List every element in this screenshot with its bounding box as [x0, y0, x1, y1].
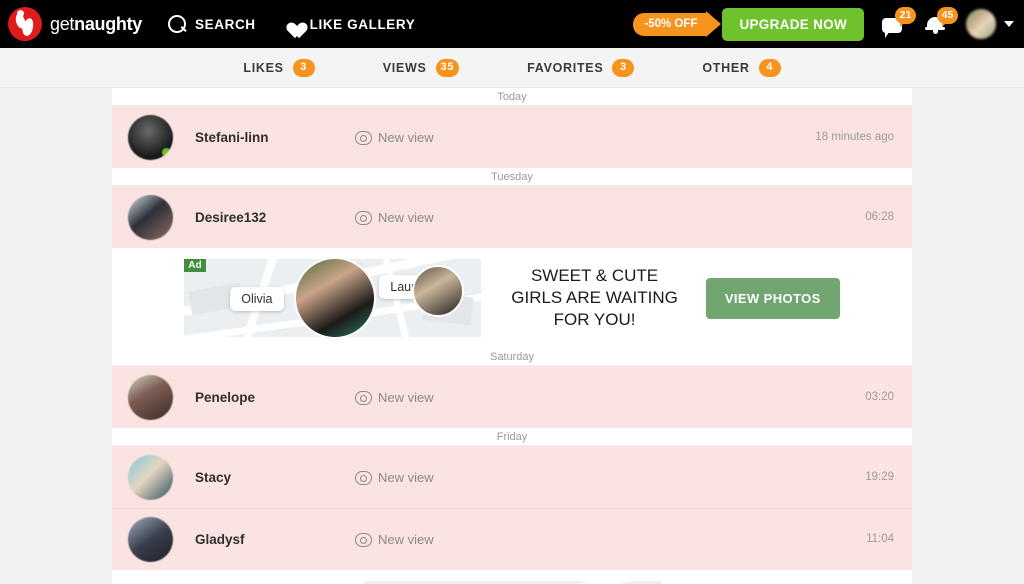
list-item-action-label: New view [378, 389, 434, 405]
avatar [128, 374, 173, 420]
top-navigation-bar: getnaughty SEARCH LIKE GALLERY -50% OFF … [0, 0, 1024, 48]
list-item-action-label: New view [378, 531, 434, 547]
brand-logo[interactable]: getnaughty [8, 7, 142, 41]
nav-search[interactable]: SEARCH [168, 14, 256, 34]
tab-likes[interactable]: LIKES 3 [209, 58, 348, 77]
day-separator-today: Today [112, 88, 912, 106]
avatar [966, 9, 996, 39]
ad-label: Ad [184, 259, 206, 272]
messages-count-badge: 21 [895, 7, 916, 27]
list-item-action-label: New view [378, 129, 434, 145]
list-item-username[interactable]: Desiree132 [195, 210, 355, 225]
table-row[interactable]: Stacy New view 19:29 [112, 446, 912, 508]
list-item-time: 19:29 [865, 471, 894, 483]
advertisement-banner-next[interactable] [112, 570, 912, 584]
tab-likes-label: LIKES [243, 60, 284, 75]
list-item-action: New view [355, 210, 434, 225]
avatar [128, 454, 173, 500]
nav-search-label: SEARCH [195, 16, 256, 32]
avatar [128, 194, 173, 240]
list-item-username[interactable]: Gladysf [195, 532, 355, 547]
promo-discount-label: -50% OFF [644, 18, 698, 30]
tab-favorites-count: 3 [612, 58, 635, 77]
getnaughty-logo-icon [8, 7, 42, 41]
search-icon [168, 14, 187, 34]
avatar [128, 516, 173, 562]
notifications-button[interactable]: 45 [924, 7, 958, 39]
activity-list: Today Stefani-linn New view 18 minutes a… [112, 88, 912, 584]
activity-page: Today Stefani-linn New view 18 minutes a… [0, 88, 1024, 584]
list-item-time: 18 minutes ago [815, 131, 894, 143]
list-item-action-label: New view [378, 469, 434, 485]
list-item-action: New view [355, 130, 434, 145]
table-row[interactable]: Stefani-linn New view 18 minutes ago [112, 106, 912, 168]
eye-icon [355, 210, 372, 225]
list-item-time: 06:28 [865, 211, 894, 223]
list-item-username[interactable]: Penelope [195, 390, 355, 405]
tab-views[interactable]: VIEWS 35 [349, 58, 493, 77]
day-separator-friday: Friday [112, 428, 912, 446]
ad-map-background: Ad Olivia Lauren [184, 259, 482, 337]
tab-views-count: 35 [435, 58, 460, 77]
tab-likes-count: 3 [292, 58, 315, 77]
brand-name-light: get [50, 13, 75, 34]
table-row[interactable]: Desiree132 New view 06:28 [112, 186, 912, 248]
ad-headline-line-2: GIRLS ARE WAITING [511, 288, 678, 308]
tab-other-count: 4 [758, 58, 781, 77]
list-item-action-label: New view [378, 209, 434, 225]
tab-other-label: OTHER [702, 60, 750, 75]
brand-wordmark: getnaughty [50, 14, 142, 35]
table-row[interactable]: Gladysf New view 11:04 [112, 508, 912, 570]
table-row[interactable]: Penelope New view 03:20 [112, 366, 912, 428]
chevron-down-icon [1004, 21, 1014, 27]
ad-headline-line-3: FOR YOU! [553, 309, 636, 329]
tab-favorites-label: FAVORITES [527, 60, 604, 75]
avatar [128, 114, 173, 160]
notifications-count-badge: 45 [937, 7, 958, 27]
eye-icon [355, 390, 372, 405]
eye-icon [355, 130, 372, 145]
list-item-action: New view [355, 532, 434, 547]
nav-like-gallery[interactable]: LIKE GALLERY [282, 15, 416, 33]
messages-button[interactable]: 21 [882, 7, 916, 39]
eye-icon [355, 532, 372, 547]
header-right-cluster: -50% OFF UPGRADE NOW 21 45 [633, 7, 1014, 41]
tab-views-label: VIEWS [382, 60, 427, 75]
promo-discount-banner[interactable]: -50% OFF [633, 12, 707, 36]
account-menu[interactable] [966, 9, 1014, 39]
tab-favorites[interactable]: FAVORITES 3 [493, 58, 668, 77]
list-item-action: New view [355, 390, 434, 405]
ad-photo-primary [294, 259, 377, 337]
day-separator-saturday: Saturday [112, 348, 912, 366]
view-photos-button[interactable]: VIEW PHOTOS [705, 277, 840, 319]
brand-name-bold: naughty [74, 13, 143, 34]
activity-tabs: LIKES 3 VIEWS 35 FAVORITES 3 OTHER 4 [0, 48, 1024, 88]
ad-headline-line-1: SWEET & CUTE [530, 266, 659, 286]
tab-other[interactable]: OTHER 4 [668, 58, 814, 77]
list-item-username[interactable]: Stacy [195, 470, 355, 485]
online-status-dot [162, 147, 171, 157]
list-item-time: 03:20 [865, 391, 894, 403]
ad-headline: SWEET & CUTE GIRLS ARE WAITING FOR YOU! [511, 265, 678, 330]
ad-name-pill-left: Olivia [230, 287, 284, 311]
list-item-username[interactable]: Stefani-linn [195, 130, 355, 145]
heart-icon [282, 15, 302, 33]
day-separator-tuesday: Tuesday [112, 168, 912, 186]
advertisement-banner[interactable]: Ad Olivia Lauren SWEET & CUTE GIRLS ARE … [112, 248, 912, 348]
nav-like-gallery-label: LIKE GALLERY [309, 16, 416, 32]
list-item-time: 11:04 [866, 533, 894, 545]
upgrade-now-button[interactable]: UPGRADE NOW [722, 7, 864, 41]
eye-icon [355, 470, 372, 485]
list-item-action: New view [355, 470, 434, 485]
ad-photo-secondary [412, 265, 465, 317]
